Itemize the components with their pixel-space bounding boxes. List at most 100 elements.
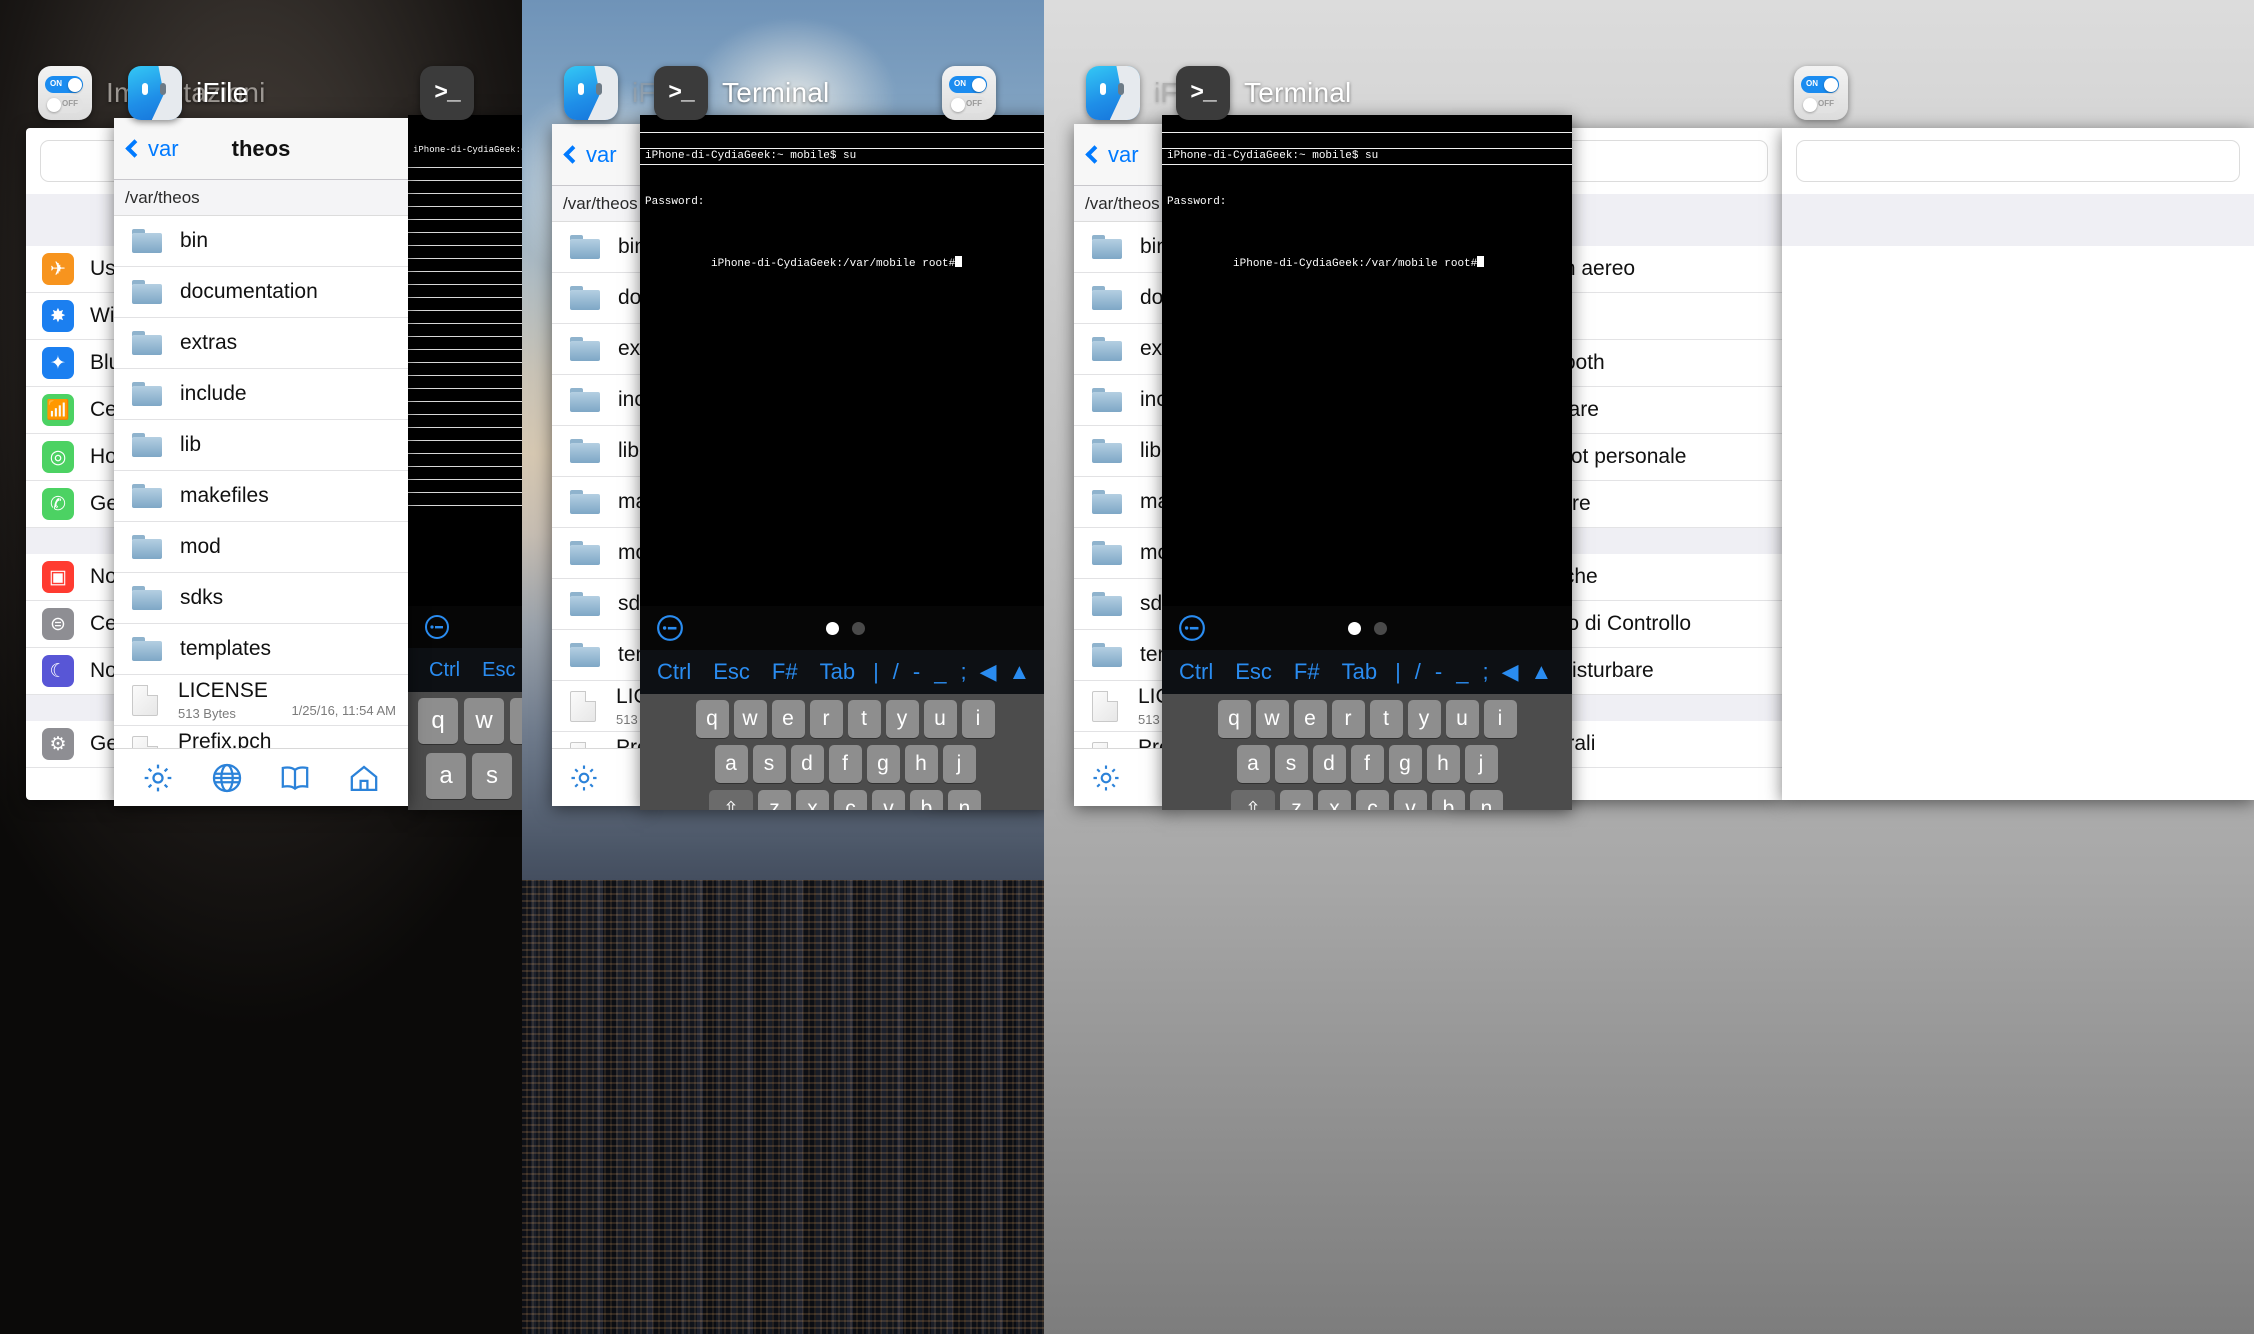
shift-icon[interactable]: ⇧ <box>1231 790 1275 810</box>
acc-key[interactable]: Esc <box>471 659 522 682</box>
key[interactable]: a <box>426 753 466 799</box>
terminal-accessory-row-sliver[interactable]: Ctrl Esc F# <box>408 648 522 692</box>
key-e[interactable]: e <box>1293 700 1327 738</box>
ifile-file-list[interactable]: bin documentation extras include lib mak… <box>114 216 408 777</box>
up-arrow-icon[interactable]: ▲ <box>1525 659 1559 685</box>
acc-key-dash[interactable]: - <box>1428 659 1449 685</box>
key-b[interactable]: b <box>910 790 943 810</box>
settings-switcher-header-right[interactable]: ON OFF <box>1794 66 1848 120</box>
terminal-card-middle[interactable]: iPhone-di-CydiaGeek:~ mobile$ su Passwor… <box>640 115 1044 810</box>
ifile-row[interactable]: bin <box>114 216 408 267</box>
terminal-accessory-row[interactable]: Ctrl Esc F# Tab | / - _ ; ◀ ▲ <box>1162 650 1572 694</box>
keyboard-row-3[interactable]: ⇧ z x c v b n <box>644 790 1044 810</box>
terminal-switcher-header-left[interactable]: >_ <box>420 66 474 120</box>
ifile-row[interactable]: makefiles <box>114 471 408 522</box>
key-a[interactable]: a <box>1236 745 1270 783</box>
key-n[interactable]: n <box>1470 790 1503 810</box>
acc-key-ctrl[interactable]: Ctrl <box>1168 659 1224 685</box>
ifile-row[interactable]: mod <box>552 528 644 579</box>
terminal-card-sliver-left[interactable]: iPhone-di-CydiaGeek:~ mobile$ su Passwor… <box>408 115 522 810</box>
key-z[interactable]: z <box>1280 790 1313 810</box>
ifile-row[interactable]: templates <box>114 624 408 675</box>
terminal-toolbar[interactable] <box>1162 606 1572 650</box>
ifile-row[interactable]: lib <box>1074 426 1166 477</box>
shift-icon[interactable]: ⇧ <box>709 790 753 810</box>
ifile-row[interactable]: extras <box>552 324 644 375</box>
keyboard-row-1[interactable]: q w e r t y u i <box>644 700 1044 738</box>
ifile-row[interactable]: mod <box>1074 528 1166 579</box>
switcher-pane-left[interactable]: ✈Uso in aereo ✸Wi-Fi ✦Bluetooth 📶Cellula… <box>0 0 522 1334</box>
book-icon[interactable] <box>278 761 312 795</box>
ifile-row[interactable]: mod <box>114 522 408 573</box>
acc-key-esc[interactable]: Esc <box>702 659 761 685</box>
key[interactable]: q <box>418 698 458 744</box>
keyboard[interactable]: q w e r t y u i a s d f g h j ⇧ z x c v … <box>640 694 1044 810</box>
key-i[interactable]: i <box>1483 700 1517 738</box>
ifile-card-left[interactable]: var theos /var/theos bin documentation e… <box>114 118 408 806</box>
keyboard-row-1[interactable]: q w e r t y u i <box>1166 700 1568 738</box>
ifile-back-button[interactable]: var <box>1074 142 1139 168</box>
ifile-row[interactable]: LICENSE 513 Bytes <box>1074 681 1166 732</box>
up-arrow-icon[interactable]: ▲ <box>1003 659 1037 685</box>
key-q[interactable]: q <box>1217 700 1251 738</box>
gear-icon[interactable] <box>1090 762 1122 794</box>
key-z[interactable]: z <box>758 790 791 810</box>
key-h[interactable]: h <box>1426 745 1460 783</box>
keyboard-row-2[interactable]: a s d f g h j <box>1166 745 1568 783</box>
acc-key-dash[interactable]: - <box>906 659 927 685</box>
key-y[interactable]: y <box>1407 700 1441 738</box>
ifile-row[interactable]: sdks <box>552 579 644 630</box>
ifile-row[interactable]: bin <box>1074 222 1166 273</box>
switcher-pane-right[interactable]: ✈Uso in aereo ✸Wi-Fi ✦Bluetooth 📶Cellula… <box>1044 0 2254 1334</box>
acc-key-fhash[interactable]: F# <box>1283 659 1331 685</box>
key-h[interactable]: h <box>904 745 938 783</box>
page-dot[interactable] <box>1373 621 1387 635</box>
key-u[interactable]: u <box>923 700 957 738</box>
acc-key-tab[interactable]: Tab <box>1331 659 1388 685</box>
acc-key-semicolon[interactable]: ; <box>1476 659 1496 685</box>
terminal-switcher-header-middle[interactable]: >_ Terminal <box>654 66 829 120</box>
ifile-row[interactable]: templates <box>1074 630 1166 681</box>
key-c[interactable]: c <box>834 790 867 810</box>
keyboard-dismiss-icon[interactable] <box>424 614 450 640</box>
keyboard-row-2[interactable]: a s d f g h j <box>644 745 1044 783</box>
acc-key[interactable]: Ctrl <box>418 659 471 682</box>
key-e[interactable]: e <box>771 700 805 738</box>
key[interactable]: w <box>464 698 504 744</box>
key-a[interactable]: a <box>714 745 748 783</box>
terminal-card-right[interactable]: iPhone-di-CydiaGeek:~ mobile$ su Passwor… <box>1162 115 1572 810</box>
ifile-back-button[interactable]: var <box>552 142 617 168</box>
key-u[interactable]: u <box>1445 700 1479 738</box>
settings-switcher-header-middle[interactable]: ON OFF <box>942 66 996 120</box>
page-dot[interactable] <box>851 621 865 635</box>
key-g[interactable]: g <box>866 745 900 783</box>
key-g[interactable]: g <box>1388 745 1422 783</box>
key-x[interactable]: x <box>796 790 829 810</box>
settings-card-right-edge[interactable] <box>1782 128 2254 800</box>
key-t[interactable]: t <box>1369 700 1403 738</box>
gear-icon[interactable] <box>568 762 600 794</box>
ifile-row[interactable]: sdks <box>1074 579 1166 630</box>
ifile-toolbar[interactable] <box>1074 748 1166 806</box>
keyboard-sliver[interactable]: q w e a s <box>408 692 522 810</box>
acc-key-pipe[interactable]: | <box>866 659 886 685</box>
ifile-row[interactable]: include <box>552 375 644 426</box>
acc-key-underscore[interactable]: _ <box>1449 659 1475 685</box>
home-icon[interactable] <box>347 761 381 795</box>
ifile-file-list[interactable]: bin documentation extras include lib mak… <box>552 222 644 783</box>
key-t[interactable]: t <box>847 700 881 738</box>
ifile-row[interactable]: documentation <box>552 273 644 324</box>
key-i[interactable]: i <box>961 700 995 738</box>
ifile-row[interactable]: sdks <box>114 573 408 624</box>
ifile-card-middle[interactable]: var /var/theos bin documentation extras … <box>552 124 644 806</box>
key-v[interactable]: v <box>1394 790 1427 810</box>
ifile-row[interactable]: include <box>114 369 408 420</box>
left-arrow-icon[interactable]: ◀ <box>974 659 1003 685</box>
ifile-row[interactable]: extras <box>114 318 408 369</box>
key[interactable]: e <box>510 698 522 744</box>
key-c[interactable]: c <box>1356 790 1389 810</box>
terminal-accessory-row[interactable]: Ctrl Esc F# Tab | / - _ ; ◀ ▲ <box>640 650 1044 694</box>
ifile-row[interactable]: bin <box>552 222 644 273</box>
acc-key-ctrl[interactable]: Ctrl <box>646 659 702 685</box>
key-r[interactable]: r <box>809 700 843 738</box>
